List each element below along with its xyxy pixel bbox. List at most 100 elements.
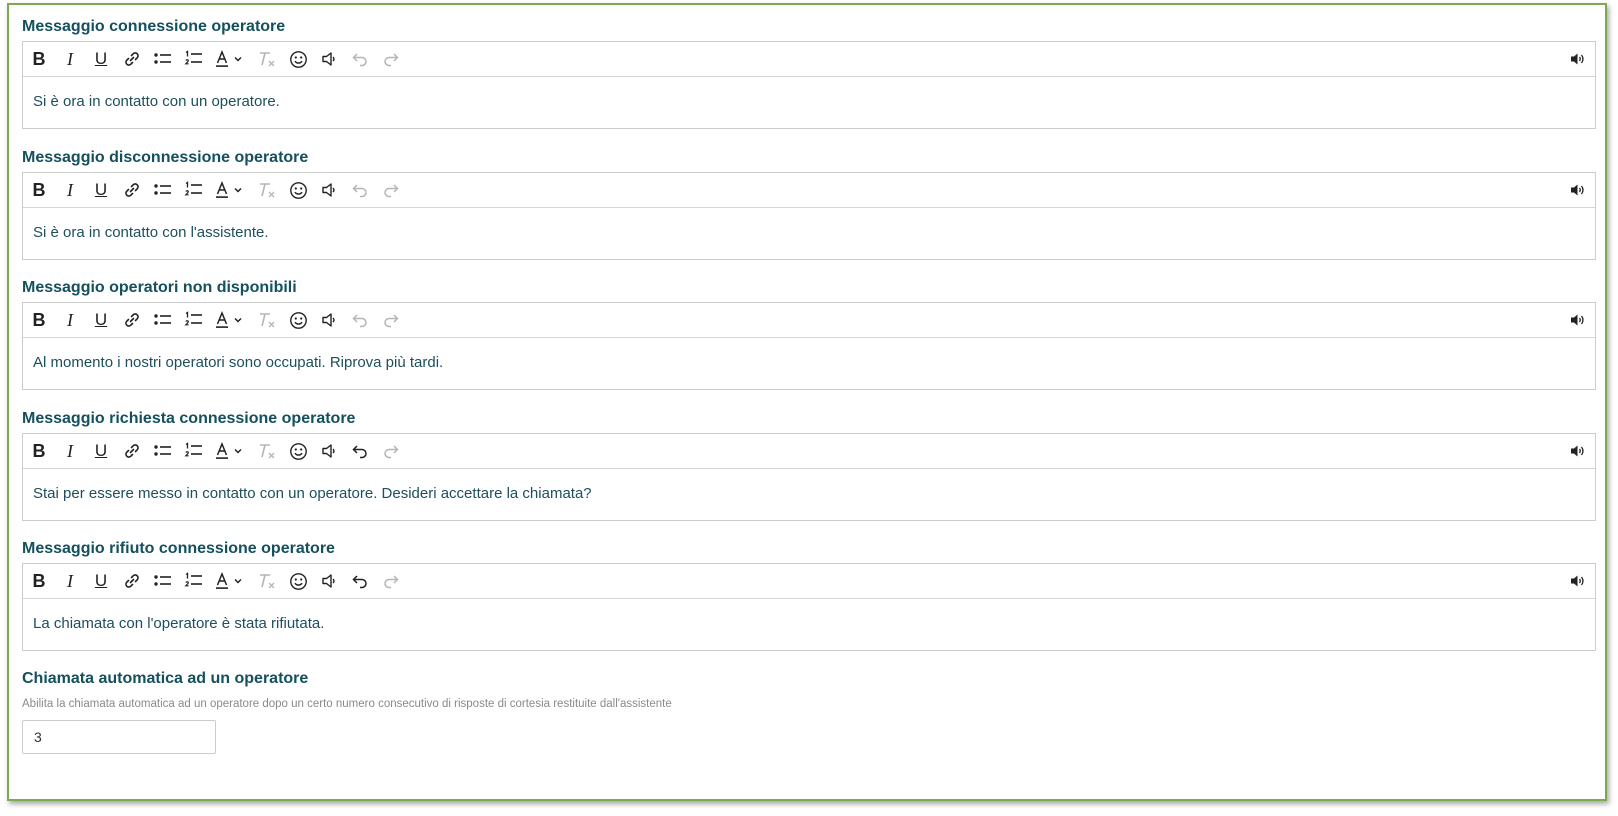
underline-icon: U [94,49,108,68]
italic-button[interactable]: I [58,179,82,201]
bullet-list-button[interactable] [151,570,175,592]
speaker-icon [322,444,335,458]
numbered-list-button[interactable] [182,309,206,331]
undo-button[interactable] [348,570,372,592]
speech-button[interactable] [317,570,341,592]
bold-button[interactable]: B [27,48,51,70]
bold-button[interactable]: B [27,440,51,462]
bold-button[interactable]: B [27,309,51,331]
bold-button[interactable]: B [27,179,51,201]
clear-format-icon [260,444,275,459]
read-aloud-button[interactable] [1566,570,1590,592]
numbered-list-icon [184,442,202,457]
italic-icon: I [67,440,73,461]
font-color-button[interactable] [213,440,249,462]
clear-format-button[interactable] [255,179,279,201]
numbered-list-button[interactable] [182,179,206,201]
bullet-list-button[interactable] [151,48,175,70]
editor-content[interactable]: Stai per essere messo in contatto con un… [33,484,592,504]
font-color-button[interactable] [213,309,249,331]
editor-content[interactable]: La chiamata con l'operatore è stata rifi… [33,614,324,634]
link-icon [125,52,139,66]
italic-button[interactable]: I [58,48,82,70]
rich-text-editor: B I U [22,302,1596,390]
bullet-list-icon [154,445,171,456]
underline-button[interactable]: U [89,309,113,331]
redo-button[interactable] [379,48,403,70]
undo-button[interactable] [348,48,372,70]
undo-button[interactable] [348,440,372,462]
editor-content[interactable]: Si è ora in contatto con l'assistente. [33,223,269,243]
editor-content[interactable]: Al momento i nostri operatori sono occup… [33,353,443,373]
clear-format-button[interactable] [255,440,279,462]
link-icon [125,313,139,327]
redo-button[interactable] [379,570,403,592]
bold-icon: B [32,570,46,591]
underline-button[interactable]: U [89,179,113,201]
bullet-list-button[interactable] [151,179,175,201]
speech-button[interactable] [317,440,341,462]
speech-button[interactable] [317,48,341,70]
editor-toolbar: B I U [23,303,1595,338]
clear-format-button[interactable] [255,48,279,70]
link-icon [125,574,139,588]
speech-button[interactable] [317,309,341,331]
emoji-button[interactable] [286,48,310,70]
undo-button[interactable] [348,179,372,201]
speaker-icon [322,313,335,327]
numbered-list-button[interactable] [182,48,206,70]
emoji-button[interactable] [286,570,310,592]
undo-icon [352,575,367,589]
rich-text-editor: B I U [22,41,1596,129]
redo-button[interactable] [379,440,403,462]
font-color-button[interactable] [213,48,249,70]
clear-format-icon [260,574,275,589]
link-button[interactable] [120,440,144,462]
rich-text-editor: B I U [22,563,1596,651]
editor-label: Messaggio disconnessione operatore [22,149,309,166]
bold-button[interactable]: B [27,570,51,592]
underline-icon: U [94,441,108,460]
font-color-button[interactable] [213,179,249,201]
read-aloud-button[interactable] [1566,48,1590,70]
numbered-list-button[interactable] [182,440,206,462]
emoji-button[interactable] [286,309,310,331]
emoji-button[interactable] [286,179,310,201]
link-button[interactable] [120,48,144,70]
auto-call-count-input[interactable] [22,720,216,754]
emoji-icon [289,572,307,590]
bold-icon: B [32,309,46,330]
auto-call-label: Chiamata automatica ad un operatore [22,670,309,687]
underline-button[interactable]: U [89,48,113,70]
emoji-button[interactable] [286,440,310,462]
read-aloud-button[interactable] [1566,440,1590,462]
bullet-list-button[interactable] [151,309,175,331]
redo-button[interactable] [379,179,403,201]
emoji-icon [289,442,307,460]
link-button[interactable] [120,570,144,592]
underline-button[interactable]: U [89,570,113,592]
font-color-icon [216,181,242,198]
italic-button[interactable]: I [58,570,82,592]
undo-button[interactable] [348,309,372,331]
read-aloud-button[interactable] [1566,309,1590,331]
editor-content[interactable]: Si è ora in contatto con un operatore. [33,92,280,112]
numbered-list-button[interactable] [182,570,206,592]
read-aloud-button[interactable] [1566,179,1590,201]
undo-icon [352,445,367,459]
italic-icon: I [67,48,73,69]
clear-format-button[interactable] [255,309,279,331]
link-button[interactable] [120,309,144,331]
clear-format-button[interactable] [255,570,279,592]
speech-button[interactable] [317,179,341,201]
italic-button[interactable]: I [58,440,82,462]
italic-button[interactable]: I [58,309,82,331]
font-color-button[interactable] [213,570,249,592]
emoji-icon [289,311,307,329]
underline-button[interactable]: U [89,440,113,462]
link-button[interactable] [120,179,144,201]
redo-button[interactable] [379,309,403,331]
redo-icon [384,445,399,459]
bullet-list-icon [154,314,171,325]
bullet-list-button[interactable] [151,440,175,462]
